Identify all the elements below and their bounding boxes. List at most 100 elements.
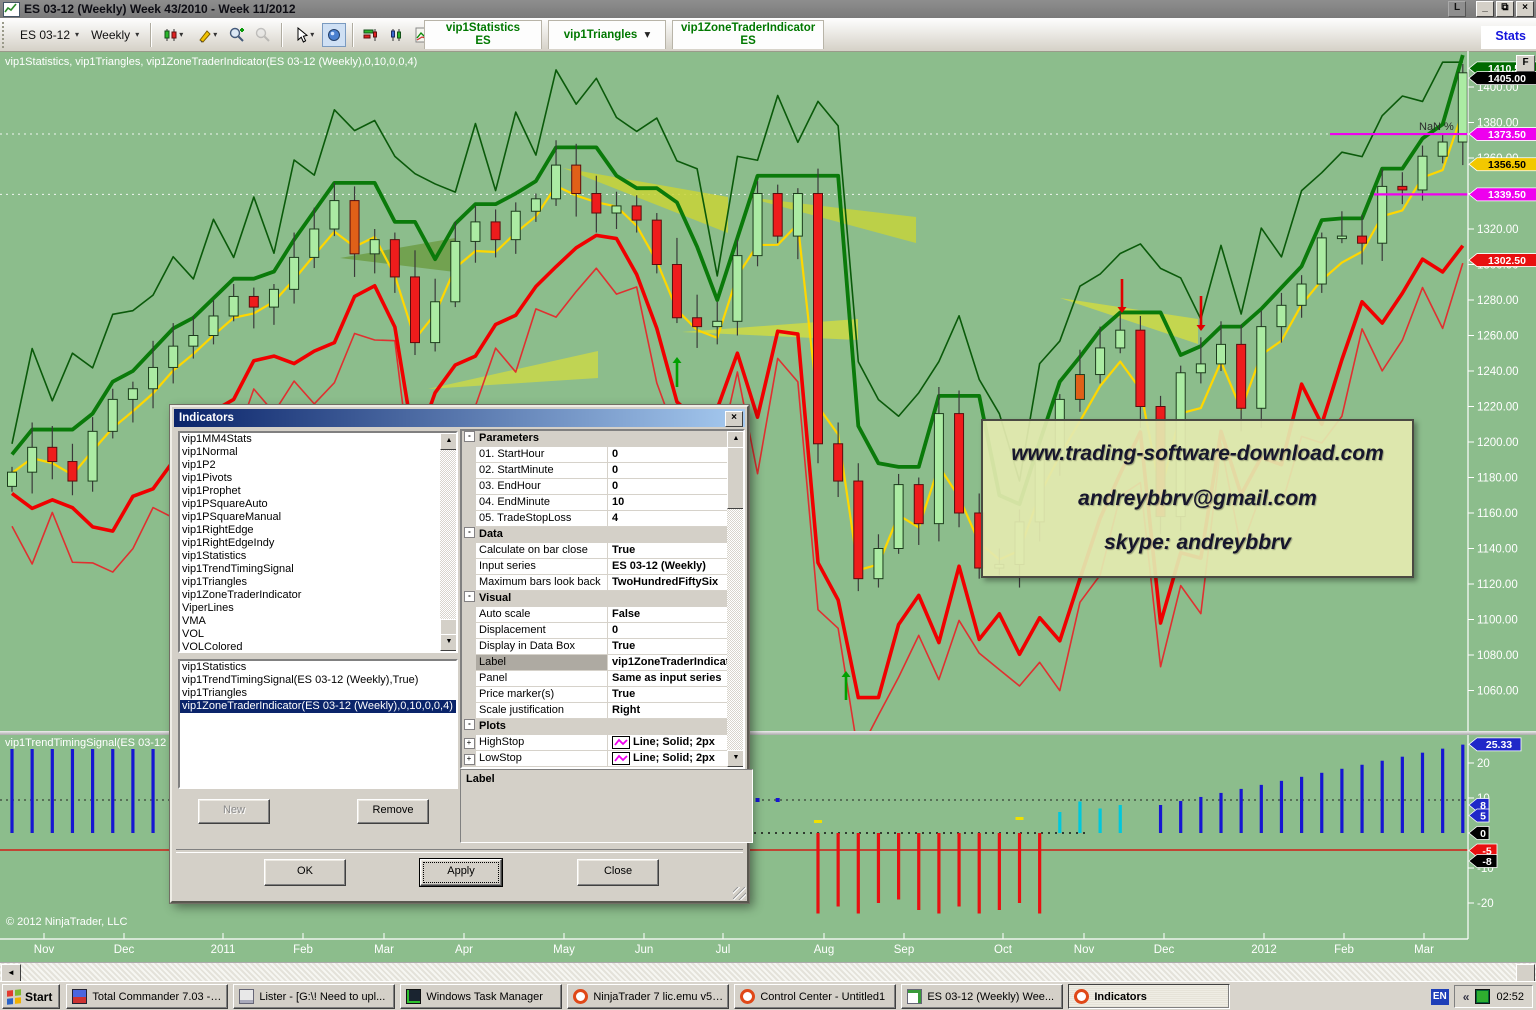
grid-row[interactable]: Input seriesES 03-12 (Weekly) (462, 559, 727, 575)
language-indicator[interactable]: EN (1431, 989, 1449, 1005)
scroll-up-icon[interactable]: ▲ (440, 433, 458, 450)
tab-vip1Triangles[interactable]: vip1Triangles ▾ (548, 20, 666, 49)
grid-section-parameters[interactable]: -Parameters (462, 431, 727, 447)
zoom-in-button[interactable] (225, 23, 249, 47)
property-grid[interactable]: -Parameters01. StartHour002. StartMinute… (460, 429, 745, 769)
indicator-list-item[interactable]: vip1PSquareManual (180, 511, 440, 524)
tray-expand-icon[interactable]: « (1463, 990, 1470, 1004)
drawing-tools-button[interactable]: ▾ (191, 23, 223, 47)
scroll-up-icon[interactable]: ▲ (727, 431, 745, 448)
grid-section-data[interactable]: -Data (462, 527, 727, 543)
resize-grip[interactable] (733, 887, 746, 900)
collapse-icon[interactable]: - (464, 591, 475, 602)
dialog-close-icon[interactable]: × (725, 411, 743, 427)
grid-row[interactable]: PanelSame as input series (462, 671, 727, 687)
grid-row-value[interactable]: TwoHundredFiftySix (608, 575, 727, 591)
available-indicators-list[interactable]: vip1MM4Statsvip1Normalvip1P2vip1Pivotsvi… (178, 431, 458, 653)
taskbar-item[interactable]: Windows Task Manager (400, 984, 562, 1009)
grid-section-plots[interactable]: -Plots (462, 719, 727, 735)
chart-style-button[interactable]: ▾ (157, 23, 189, 47)
toolbar-grip[interactable] (2, 22, 9, 48)
tab-vip1Statistics[interactable]: vip1StatisticsES (424, 20, 542, 49)
grid-row[interactable]: 05. TradeStopLoss4 (462, 511, 727, 527)
indicator-list-item[interactable]: VOLColored (180, 641, 440, 653)
snapshot-button[interactable] (322, 23, 346, 47)
configured-indicator-item[interactable]: vip1TrendTimingSignal(ES 03-12 (Weekly),… (180, 674, 456, 687)
grid-section-visual[interactable]: -Visual (462, 591, 727, 607)
indicator-list-item[interactable]: vip1RightEdgeIndy (180, 537, 440, 550)
grid-row-value[interactable]: True (608, 639, 727, 655)
instrument-selector[interactable]: ES 03-12▾ (14, 25, 85, 45)
taskbar-item[interactable]: Total Commander 7.03 - ... (66, 984, 228, 1009)
grid-row[interactable]: Auto scaleFalse (462, 607, 727, 623)
grid-row[interactable]: +HighStopLine; Solid; 2px (462, 735, 727, 751)
dialog-title-bar[interactable]: Indicators × (174, 409, 745, 427)
taskbar-item[interactable]: NinjaTrader 7 lic.emu v5.06 (567, 984, 729, 1009)
configured-indicator-item[interactable]: vip1ZoneTraderIndicator(ES 03-12 (Weekly… (180, 700, 456, 713)
stats-tab[interactable]: Stats (1481, 26, 1536, 49)
grid-row-value[interactable]: 4 (608, 511, 727, 527)
grid-row-value[interactable]: 0 (608, 479, 727, 495)
link-button[interactable]: L (1448, 1, 1466, 17)
grid-row-value[interactable]: ES 03-12 (Weekly) (608, 559, 727, 575)
indicator-list-item[interactable]: vip1MM4Stats (180, 433, 440, 446)
cursor-button[interactable]: ▾ (288, 23, 320, 47)
grid-row[interactable]: Scale justificationRight (462, 703, 727, 719)
market-analyzer-button[interactable] (359, 23, 383, 47)
property-grid-scrollbar[interactable]: ▲ ▼ (727, 431, 743, 767)
indicator-list-item[interactable]: vip1Pivots (180, 472, 440, 485)
new-button[interactable]: New (198, 799, 270, 824)
expand-icon[interactable]: + (464, 738, 475, 749)
grid-row-value[interactable]: False (608, 607, 727, 623)
indicator-list-item[interactable]: VOL (180, 628, 440, 641)
grid-row[interactable]: Calculate on bar closeTrue (462, 543, 727, 559)
indicator-list-item[interactable]: vip1TrendTimingSignal (180, 563, 440, 576)
configured-indicator-item[interactable]: vip1Statistics (180, 661, 456, 674)
grid-row[interactable]: Labelvip1ZoneTraderIndicat (462, 655, 727, 671)
ok-button[interactable]: OK (264, 859, 346, 886)
grid-row[interactable]: 01. StartHour0 (462, 447, 727, 463)
indicator-list-item[interactable]: vip1PSquareAuto (180, 498, 440, 511)
indicator-list-item[interactable]: vip1Prophet (180, 485, 440, 498)
scroll-down-icon[interactable]: ▼ (440, 634, 458, 651)
f-button[interactable]: F (1516, 55, 1535, 72)
indicator-list-item[interactable]: VMA (180, 615, 440, 628)
taskbar-item[interactable]: Lister - [G:\! Need to upl... (233, 984, 395, 1009)
collapse-icon[interactable]: - (464, 719, 475, 730)
grid-row[interactable]: Price marker(s)True (462, 687, 727, 703)
available-list-scrollbar[interactable]: ▲ ▼ (440, 433, 456, 651)
indicator-list-item[interactable]: vip1P2 (180, 459, 440, 472)
start-button[interactable]: Start (2, 984, 60, 1009)
grid-row[interactable]: 02. StartMinute0 (462, 463, 727, 479)
grid-row[interactable]: 03. EndHour0 (462, 479, 727, 495)
grid-row-value[interactable]: 0 (608, 463, 727, 479)
grid-row-value[interactable]: Right (608, 703, 727, 719)
grid-row-value[interactable]: 0 (608, 623, 727, 639)
collapse-icon[interactable]: - (464, 431, 475, 442)
taskbar-item[interactable]: Indicators (1068, 984, 1230, 1009)
tray-app-icon[interactable] (1475, 989, 1490, 1004)
grid-row-value[interactable]: True (608, 543, 727, 559)
apply-button[interactable]: Apply (420, 859, 502, 886)
taskbar-item[interactable]: ES 03-12 (Weekly) Wee... (901, 984, 1063, 1009)
configured-indicators-list[interactable]: vip1Statisticsvip1TrendTimingSignal(ES 0… (178, 659, 458, 789)
minimize-button[interactable]: _ (1476, 1, 1494, 17)
restore-button[interactable]: ⧉ (1496, 1, 1514, 17)
scroll-thumb[interactable] (440, 619, 458, 635)
chart-button[interactable] (385, 23, 409, 47)
indicator-list-item[interactable]: vip1Statistics (180, 550, 440, 563)
close-button[interactable]: × (1516, 1, 1534, 17)
indicator-list-item[interactable]: vip1Triangles (180, 576, 440, 589)
indicator-list-item[interactable]: ViperLines (180, 602, 440, 615)
grid-row[interactable]: 04. EndMinute10 (462, 495, 727, 511)
grid-row-value[interactable]: Same as input series (608, 671, 727, 687)
close-button[interactable]: Close (577, 859, 659, 886)
scroll-down-icon[interactable]: ▼ (727, 750, 745, 767)
horizontal-scrollbar[interactable]: ◄ (0, 962, 1536, 982)
grid-row[interactable]: Display in Data BoxTrue (462, 639, 727, 655)
grid-row-value[interactable]: Line; Solid; 2px (608, 751, 727, 767)
scroll-thumb[interactable] (727, 447, 745, 509)
expand-icon[interactable]: + (464, 754, 475, 765)
grid-row-value[interactable]: True (608, 687, 727, 703)
grid-row-value[interactable]: vip1ZoneTraderIndicat (608, 655, 727, 671)
